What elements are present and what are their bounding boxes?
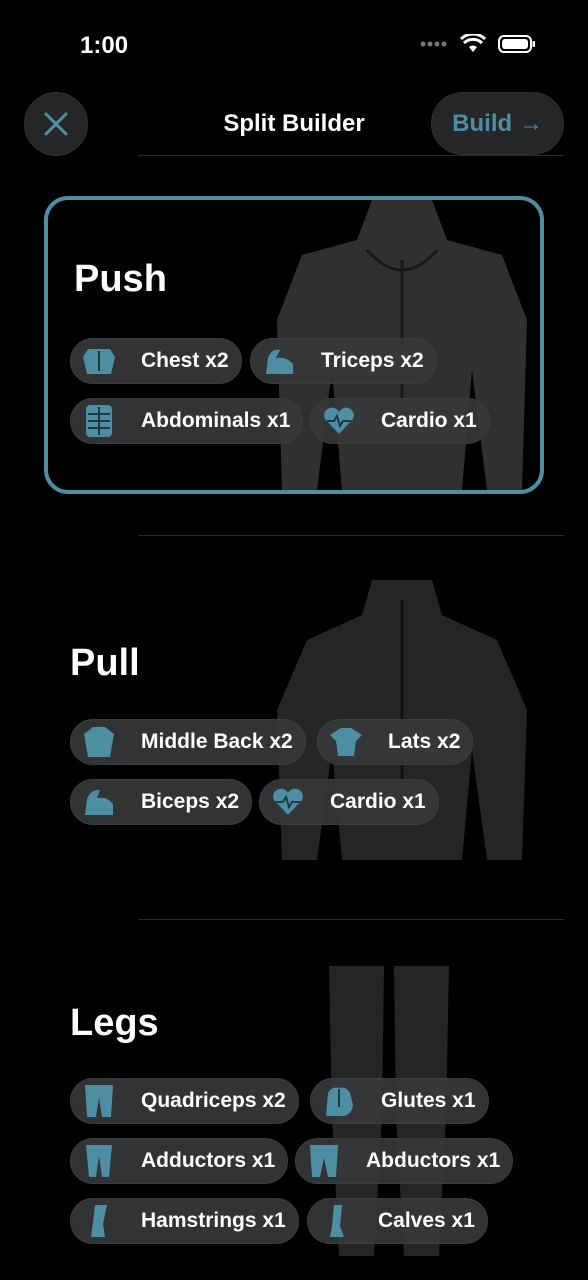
chip-adductors[interactable]: Adductors x1	[70, 1138, 289, 1184]
signal-icon	[420, 41, 447, 47]
cardio-icon	[319, 401, 359, 441]
chip-label: Cardio x1	[330, 790, 426, 813]
wifi-icon	[460, 34, 486, 52]
section-legs[interactable]: Legs Quadriceps x2 Glutes x1 Adductors x…	[44, 960, 544, 1260]
chip-cardio[interactable]: Cardio x1	[310, 398, 490, 444]
battery-icon	[498, 35, 535, 53]
chip-chest[interactable]: Chest x2	[70, 338, 242, 384]
section-title-legs: Legs	[70, 1002, 159, 1044]
chip-label: Glutes x1	[381, 1089, 476, 1112]
chip-middle-back[interactable]: Middle Back x2	[70, 719, 306, 765]
quadriceps-icon	[79, 1081, 119, 1121]
chip-label: Lats x2	[388, 730, 461, 753]
chest-icon	[79, 341, 119, 381]
chip-label: Triceps x2	[321, 349, 424, 372]
calves-icon	[316, 1201, 356, 1241]
chip-hamstrings[interactable]: Hamstrings x1	[70, 1198, 299, 1244]
section-pull[interactable]: Pull Middle Back x2 Lats x2 Biceps x2 Ca…	[44, 580, 544, 870]
build-button[interactable]: Build →	[431, 92, 564, 155]
chip-label: Abdominals x1	[141, 409, 291, 432]
chip-label: Adductors x1	[141, 1149, 276, 1172]
chip-label: Quadriceps x2	[141, 1089, 286, 1112]
divider	[138, 535, 564, 536]
chip-abdominals[interactable]: Abdominals x1	[70, 398, 304, 444]
triceps-icon	[259, 341, 299, 381]
status-icons	[420, 34, 536, 54]
chip-quadriceps[interactable]: Quadriceps x2	[70, 1078, 299, 1124]
biceps-icon	[79, 782, 119, 822]
lats-icon	[326, 722, 366, 762]
chip-label: Biceps x2	[141, 790, 240, 813]
chip-label: Middle Back x2	[141, 730, 293, 753]
abductors-icon	[304, 1141, 344, 1181]
hamstrings-icon	[79, 1201, 119, 1241]
chip-abductors[interactable]: Abductors x1	[295, 1138, 514, 1184]
status-time: 1:00	[80, 32, 129, 59]
cardio-icon	[268, 782, 308, 822]
middle-back-icon	[79, 722, 119, 762]
divider	[138, 155, 564, 156]
divider	[138, 919, 564, 920]
section-push[interactable]: Push Chest x2 Triceps x2 Abdominals x1 C…	[44, 196, 544, 494]
chip-cardio[interactable]: Cardio x1	[259, 779, 439, 825]
glutes-icon	[319, 1081, 359, 1121]
section-title-pull: Pull	[70, 642, 140, 684]
chip-lats[interactable]: Lats x2	[317, 719, 474, 765]
chip-biceps[interactable]: Biceps x2	[70, 779, 253, 825]
chip-calves[interactable]: Calves x1	[307, 1198, 488, 1244]
chip-label: Chest x2	[141, 349, 229, 372]
chip-label: Calves x1	[378, 1209, 475, 1232]
chip-triceps[interactable]: Triceps x2	[250, 338, 437, 384]
chip-label: Cardio x1	[381, 409, 477, 432]
adductors-icon	[79, 1141, 119, 1181]
abdominals-icon	[79, 401, 119, 441]
section-title-push: Push	[74, 258, 167, 300]
chip-label: Hamstrings x1	[141, 1209, 286, 1232]
chip-glutes[interactable]: Glutes x1	[310, 1078, 489, 1124]
chip-label: Abductors x1	[366, 1149, 501, 1172]
